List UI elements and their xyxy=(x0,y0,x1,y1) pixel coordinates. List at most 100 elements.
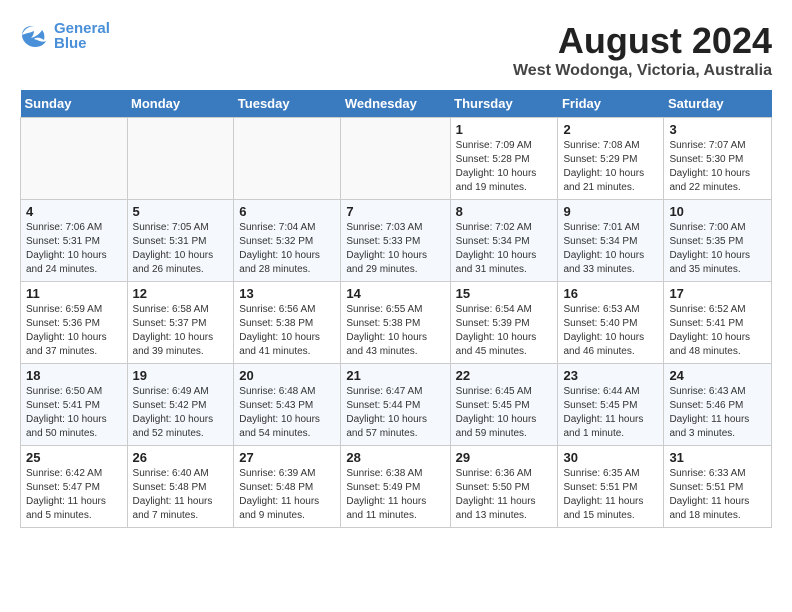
calendar-cell: 31 Sunrise: 6:33 AM Sunset: 5:51 PM Dayli… xyxy=(664,446,772,528)
day-info: Sunrise: 6:44 AM Sunset: 5:45 PM Dayligh… xyxy=(563,385,658,441)
day-info: Sunrise: 7:02 AM Sunset: 5:34 PM Dayligh… xyxy=(456,221,553,277)
day-info: Sunrise: 7:01 AM Sunset: 5:34 PM Dayligh… xyxy=(563,221,658,277)
calendar-cell: 13 Sunrise: 6:56 AM Sunset: 5:38 PM Dayli… xyxy=(234,282,341,364)
calendar-cell: 29 Sunrise: 6:36 AM Sunset: 5:50 PM Dayli… xyxy=(450,446,558,528)
day-number: 25 xyxy=(26,450,122,465)
calendar-cell: 7 Sunrise: 7:03 AM Sunset: 5:33 PM Daylig… xyxy=(341,200,450,282)
day-info: Sunrise: 6:54 AM Sunset: 5:39 PM Dayligh… xyxy=(456,303,553,359)
day-number: 16 xyxy=(563,286,658,301)
day-info: Sunrise: 6:39 AM Sunset: 5:48 PM Dayligh… xyxy=(239,467,335,523)
header-monday: Monday xyxy=(127,90,234,118)
day-number: 29 xyxy=(456,450,553,465)
day-number: 26 xyxy=(133,450,229,465)
calendar-cell: 6Sunrise: 7:04 AM Sunset: 5:32 PM Daylig… xyxy=(234,200,341,282)
day-info: Sunrise: 6:36 AM Sunset: 5:50 PM Dayligh… xyxy=(456,467,553,523)
calendar-cell: 22 Sunrise: 6:45 AM Sunset: 5:45 PM Dayli… xyxy=(450,364,558,446)
day-info: Sunrise: 6:59 AM Sunset: 5:36 PM Dayligh… xyxy=(26,303,122,359)
calendar-cell: 15 Sunrise: 6:54 AM Sunset: 5:39 PM Dayli… xyxy=(450,282,558,364)
day-info: Sunrise: 6:45 AM Sunset: 5:45 PM Dayligh… xyxy=(456,385,553,441)
day-number: 20 xyxy=(239,368,335,383)
day-number: 27 xyxy=(239,450,335,465)
day-number: 1 xyxy=(456,122,553,137)
day-info: Sunrise: 6:47 AM Sunset: 5:44 PM Dayligh… xyxy=(346,385,444,441)
day-number: 7 xyxy=(346,204,444,219)
day-number: 28 xyxy=(346,450,444,465)
header-friday: Friday xyxy=(558,90,664,118)
day-number: 2 xyxy=(563,122,658,137)
calendar-cell: 14 Sunrise: 6:55 AM Sunset: 5:38 PM Dayli… xyxy=(341,282,450,364)
calendar-cell: 20 Sunrise: 6:48 AM Sunset: 5:43 PM Dayli… xyxy=(234,364,341,446)
day-info: Sunrise: 6:48 AM Sunset: 5:43 PM Dayligh… xyxy=(239,385,335,441)
day-info: Sunrise: 7:06 AM Sunset: 5:31 PM Dayligh… xyxy=(26,221,122,277)
day-info: Sunrise: 7:05 AM Sunset: 5:31 PM Dayligh… xyxy=(133,221,229,277)
day-number: 18 xyxy=(26,368,122,383)
day-number: 31 xyxy=(669,450,766,465)
calendar-subtitle: West Wodonga, Victoria, Australia xyxy=(513,62,772,80)
day-number: 15 xyxy=(456,286,553,301)
logo-text2: Blue xyxy=(54,37,110,51)
day-number: 11 xyxy=(26,286,122,301)
calendar-week-3: 18 Sunrise: 6:50 AM Sunset: 5:41 PM Dayli… xyxy=(21,364,772,446)
logo-icon xyxy=(20,23,50,47)
calendar-cell: 17Sunrise: 6:52 AM Sunset: 5:41 PM Dayli… xyxy=(664,282,772,364)
calendar-week-1: 4 Sunrise: 7:06 AM Sunset: 5:31 PM Daylig… xyxy=(21,200,772,282)
calendar-title: August 2024 xyxy=(513,20,772,62)
calendar-cell: 27 Sunrise: 6:39 AM Sunset: 5:48 PM Dayli… xyxy=(234,446,341,528)
day-info: Sunrise: 6:33 AM Sunset: 5:51 PM Dayligh… xyxy=(669,467,766,523)
day-number: 21 xyxy=(346,368,444,383)
calendar-cell: 30Sunrise: 6:35 AM Sunset: 5:51 PM Dayli… xyxy=(558,446,664,528)
calendar-table: Sunday Monday Tuesday Wednesday Thursday… xyxy=(20,90,772,528)
calendar-cell: 12Sunrise: 6:58 AM Sunset: 5:37 PM Dayli… xyxy=(127,282,234,364)
calendar-cell: 2Sunrise: 7:08 AM Sunset: 5:29 PM Daylig… xyxy=(558,118,664,200)
calendar-cell xyxy=(21,118,128,200)
day-number: 19 xyxy=(133,368,229,383)
day-info: Sunrise: 7:07 AM Sunset: 5:30 PM Dayligh… xyxy=(669,139,766,195)
calendar-cell: 8 Sunrise: 7:02 AM Sunset: 5:34 PM Daylig… xyxy=(450,200,558,282)
day-info: Sunrise: 6:42 AM Sunset: 5:47 PM Dayligh… xyxy=(26,467,122,523)
day-number: 22 xyxy=(456,368,553,383)
calendar-cell: 10 Sunrise: 7:00 AM Sunset: 5:35 PM Dayli… xyxy=(664,200,772,282)
day-info: Sunrise: 7:04 AM Sunset: 5:32 PM Dayligh… xyxy=(239,221,335,277)
header-row: Sunday Monday Tuesday Wednesday Thursday… xyxy=(21,90,772,118)
day-info: Sunrise: 6:40 AM Sunset: 5:48 PM Dayligh… xyxy=(133,467,229,523)
calendar-cell: 3Sunrise: 7:07 AM Sunset: 5:30 PM Daylig… xyxy=(664,118,772,200)
calendar-cell: 18 Sunrise: 6:50 AM Sunset: 5:41 PM Dayli… xyxy=(21,364,128,446)
day-info: Sunrise: 7:09 AM Sunset: 5:28 PM Dayligh… xyxy=(456,139,553,195)
day-number: 12 xyxy=(133,286,229,301)
day-number: 8 xyxy=(456,204,553,219)
calendar-cell: 11 Sunrise: 6:59 AM Sunset: 5:36 PM Dayli… xyxy=(21,282,128,364)
day-info: Sunrise: 6:55 AM Sunset: 5:38 PM Dayligh… xyxy=(346,303,444,359)
day-number: 13 xyxy=(239,286,335,301)
calendar-week-2: 11 Sunrise: 6:59 AM Sunset: 5:36 PM Dayli… xyxy=(21,282,772,364)
day-number: 24 xyxy=(669,368,766,383)
day-number: 17 xyxy=(669,286,766,301)
day-number: 23 xyxy=(563,368,658,383)
header-wednesday: Wednesday xyxy=(341,90,450,118)
day-number: 9 xyxy=(563,204,658,219)
calendar-cell xyxy=(234,118,341,200)
calendar-cell: 21 Sunrise: 6:47 AM Sunset: 5:44 PM Dayli… xyxy=(341,364,450,446)
day-number: 10 xyxy=(669,204,766,219)
calendar-cell: 25 Sunrise: 6:42 AM Sunset: 5:47 PM Dayli… xyxy=(21,446,128,528)
day-number: 4 xyxy=(26,204,122,219)
calendar-cell: 28Sunrise: 6:38 AM Sunset: 5:49 PM Dayli… xyxy=(341,446,450,528)
calendar-cell: 5Sunrise: 7:05 AM Sunset: 5:31 PM Daylig… xyxy=(127,200,234,282)
calendar-cell: 24Sunrise: 6:43 AM Sunset: 5:46 PM Dayli… xyxy=(664,364,772,446)
header-tuesday: Tuesday xyxy=(234,90,341,118)
calendar-header: Sunday Monday Tuesday Wednesday Thursday… xyxy=(21,90,772,118)
day-number: 14 xyxy=(346,286,444,301)
day-info: Sunrise: 6:56 AM Sunset: 5:38 PM Dayligh… xyxy=(239,303,335,359)
page-header: General Blue August 2024 West Wodonga, V… xyxy=(20,20,772,80)
day-info: Sunrise: 6:35 AM Sunset: 5:51 PM Dayligh… xyxy=(563,467,658,523)
calendar-cell xyxy=(341,118,450,200)
day-info: Sunrise: 7:00 AM Sunset: 5:35 PM Dayligh… xyxy=(669,221,766,277)
calendar-cell: 1 Sunrise: 7:09 AM Sunset: 5:28 PM Daylig… xyxy=(450,118,558,200)
logo: General Blue xyxy=(20,20,110,51)
header-thursday: Thursday xyxy=(450,90,558,118)
calendar-title-block: August 2024 West Wodonga, Victoria, Aust… xyxy=(513,20,772,80)
calendar-week-0: 1 Sunrise: 7:09 AM Sunset: 5:28 PM Daylig… xyxy=(21,118,772,200)
header-saturday: Saturday xyxy=(664,90,772,118)
day-info: Sunrise: 6:50 AM Sunset: 5:41 PM Dayligh… xyxy=(26,385,122,441)
calendar-cell: 4 Sunrise: 7:06 AM Sunset: 5:31 PM Daylig… xyxy=(21,200,128,282)
day-info: Sunrise: 7:03 AM Sunset: 5:33 PM Dayligh… xyxy=(346,221,444,277)
